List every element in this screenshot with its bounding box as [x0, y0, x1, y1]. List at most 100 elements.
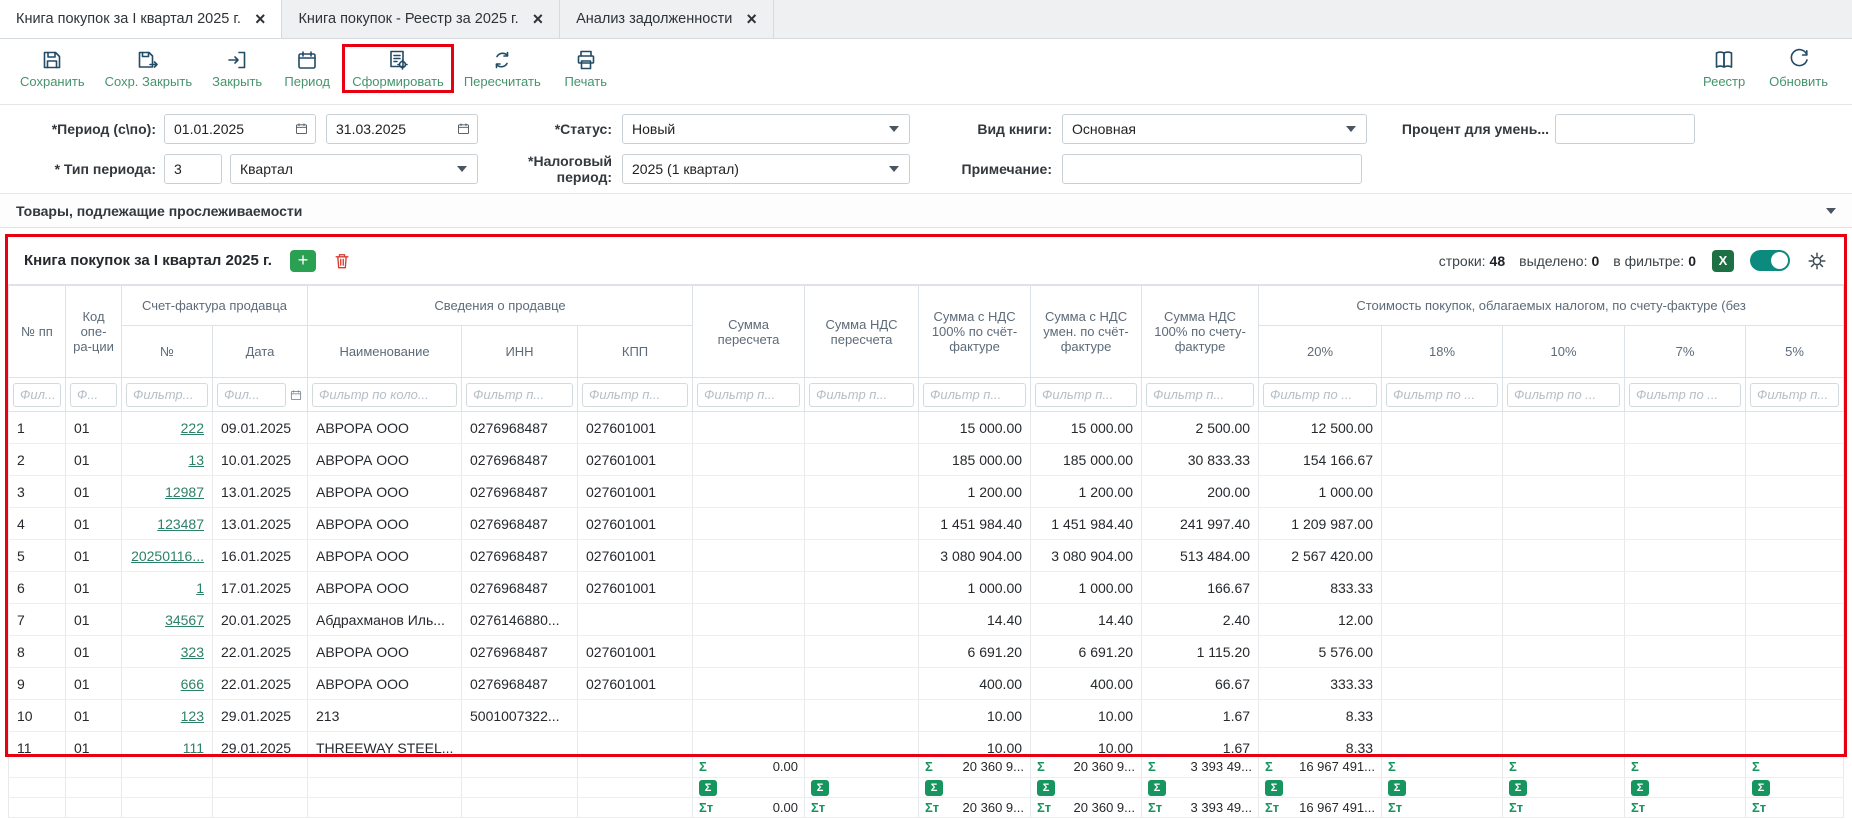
generate-button[interactable]: Сформировать	[342, 44, 454, 93]
column-filter-input-cost-20[interactable]	[1263, 383, 1377, 407]
table-row[interactable]: 7013456720.01.2025Абдрахманов Иль...0276…	[9, 604, 1844, 636]
col-header-row-number[interactable]: № пп	[9, 286, 66, 378]
invoice-number-link[interactable]: 20250116...	[131, 548, 204, 564]
refresh-button[interactable]: Обновить	[1759, 44, 1838, 93]
period-type-select[interactable]: Квартал	[230, 154, 478, 184]
percent-input[interactable]	[1555, 114, 1695, 144]
sum-badge-button[interactable]: Σ	[1037, 780, 1055, 796]
period-button[interactable]: Период	[272, 44, 342, 93]
invoice-number-link[interactable]: 1	[196, 580, 204, 596]
delete-row-button[interactable]	[332, 251, 352, 271]
column-filter-input-recalc-sum[interactable]	[697, 383, 800, 407]
period-type-code-input[interactable]	[164, 154, 222, 184]
col-header-sum-with-vat-100[interactable]: Сумма с НДС 100% по счёт-фактуре	[919, 286, 1031, 378]
col-header-18-percent[interactable]: 18%	[1382, 326, 1503, 378]
column-filter-input-cost-18[interactable]	[1386, 383, 1498, 407]
table-row[interactable]: 40112348713.01.2025АВРОРА ООО02769684870…	[9, 508, 1844, 540]
column-filter-input-invoice-number[interactable]	[126, 383, 208, 407]
table-row[interactable]: 90166622.01.2025АВРОРА ООО02769684870276…	[9, 668, 1844, 700]
calendar-icon[interactable]	[289, 388, 303, 402]
table-row[interactable]: 10122209.01.2025АВРОРА ООО02769684870276…	[9, 412, 1844, 444]
column-filter-input-seller-kpp[interactable]	[582, 383, 688, 407]
col-header-10-percent[interactable]: 10%	[1503, 326, 1625, 378]
column-filter-input-cost-10[interactable]	[1507, 383, 1620, 407]
save-button[interactable]: Сохранить	[10, 44, 95, 93]
filter-toggle[interactable]	[1750, 250, 1790, 271]
note-input[interactable]	[1062, 154, 1362, 184]
invoice-number-link[interactable]: 123487	[157, 516, 204, 532]
table-row[interactable]: 2011310.01.2025АВРОРА ООО027696848702760…	[9, 444, 1844, 476]
column-filter-input-recalc-vat[interactable]	[809, 383, 914, 407]
traceability-section-header[interactable]: Товары, подлежащие прослеживаемости	[0, 194, 1852, 228]
sum-badge-button[interactable]: Σ	[1631, 780, 1649, 796]
tab-close-icon[interactable]: ×	[746, 10, 757, 28]
column-filter-input-operation-code[interactable]	[70, 383, 117, 407]
col-header-recalc-vat[interactable]: Сумма НДС пересчета	[805, 286, 919, 378]
col-header-sum-with-vat-reduced[interactable]: Сумма с НДС умен. по счёт-фактуре	[1031, 286, 1142, 378]
col-header-20-percent[interactable]: 20%	[1259, 326, 1382, 378]
table-row[interactable]: 50120250116...16.01.2025АВРОРА ООО027696…	[9, 540, 1844, 572]
save-and-close-button[interactable]: Сохр. Закрыть	[95, 44, 203, 93]
calendar-icon[interactable]	[294, 121, 309, 136]
tab-debt-analysis[interactable]: Анализ задолженности ×	[560, 0, 774, 38]
sum-badge-button[interactable]: Σ	[1148, 780, 1166, 796]
col-header-recalc-sum[interactable]: Сумма пересчета	[693, 286, 805, 378]
cell-cost-5	[1746, 540, 1844, 572]
column-filter-input-seller-name[interactable]	[312, 383, 457, 407]
sum-badge-button[interactable]: Σ	[1388, 780, 1406, 796]
column-filter-input-invoice-date[interactable]	[217, 383, 286, 407]
col-header-seller-name[interactable]: Наименование	[308, 326, 462, 378]
invoice-number-link[interactable]: 123	[181, 708, 204, 724]
invoice-number-link[interactable]: 323	[181, 644, 204, 660]
col-header-5-percent[interactable]: 5%	[1746, 326, 1844, 378]
table-row[interactable]: 80132322.01.2025АВРОРА ООО02769684870276…	[9, 636, 1844, 668]
col-header-seller-kpp[interactable]: КПП	[578, 326, 693, 378]
tab-purchase-book-registry[interactable]: Книга покупок - Реестр за 2025 г. ×	[282, 0, 560, 38]
column-filter-input-cost-5[interactable]	[1750, 383, 1839, 407]
column-filter-input-seller-inn[interactable]	[466, 383, 573, 407]
column-filter-input-vat-100[interactable]	[1146, 383, 1254, 407]
sum-badge-button[interactable]: Σ	[1509, 780, 1527, 796]
grid-viewport[interactable]: № пп Код опе-ра-ции Счет-фактура продавц…	[8, 284, 1844, 754]
close-button[interactable]: Закрыть	[202, 44, 272, 93]
invoice-number-link[interactable]: 12987	[165, 484, 204, 500]
excel-export-button[interactable]: X	[1712, 250, 1734, 272]
table-row[interactable]: 100112329.01.20252135001007322...10.0010…	[9, 700, 1844, 732]
invoice-number-link[interactable]: 666	[181, 676, 204, 692]
col-header-seller-inn[interactable]: ИНН	[462, 326, 578, 378]
invoice-number-link[interactable]: 34567	[165, 612, 204, 628]
sum-badge-button[interactable]: Σ	[925, 780, 943, 796]
sum-badge-button[interactable]: Σ	[699, 780, 717, 796]
tab-close-icon[interactable]: ×	[255, 10, 266, 28]
registry-button[interactable]: Реестр	[1689, 44, 1759, 93]
table-row[interactable]: 601117.01.2025АВРОРА ООО0276968487027601…	[9, 572, 1844, 604]
recalculate-button[interactable]: Пересчитать	[454, 44, 551, 93]
settings-gear-button[interactable]	[1806, 250, 1828, 272]
print-button[interactable]: Печать	[551, 44, 621, 93]
column-filter-input-sum-with-vat-100[interactable]	[923, 383, 1026, 407]
tab-purchase-book[interactable]: Книга покупок за I квартал 2025 г. ×	[0, 0, 282, 38]
invoice-number-link[interactable]: 111	[183, 740, 204, 755]
tab-close-icon[interactable]: ×	[533, 10, 544, 28]
table-row[interactable]: 3011298713.01.2025АВРОРА ООО027696848702…	[9, 476, 1844, 508]
col-header-invoice-number[interactable]: №	[122, 326, 213, 378]
tax-period-select[interactable]: 2025 (1 квартал)	[622, 154, 910, 184]
column-filter-input-sum-with-vat-reduced[interactable]	[1035, 383, 1137, 407]
table-row[interactable]: 110111129.01.2025THREEWAY STEEL...10.001…	[9, 732, 1844, 755]
cell-sum-with-vat-100: 1 200.00	[919, 476, 1031, 508]
sum-badge-button[interactable]: Σ	[1752, 780, 1770, 796]
calendar-icon[interactable]	[456, 121, 471, 136]
col-header-operation-code[interactable]: Код опе-ра-ции	[66, 286, 122, 378]
invoice-number-link[interactable]: 222	[181, 420, 204, 436]
col-header-invoice-date[interactable]: Дата	[213, 326, 308, 378]
sum-badge-button[interactable]: Σ	[1265, 780, 1283, 796]
book-kind-select[interactable]: Основная	[1062, 114, 1367, 144]
add-row-button[interactable]: +	[290, 250, 316, 272]
column-filter-input-row-number[interactable]	[13, 383, 61, 407]
column-filter-input-cost-7[interactable]	[1629, 383, 1741, 407]
col-header-7-percent[interactable]: 7%	[1625, 326, 1746, 378]
status-select[interactable]: Новый	[622, 114, 910, 144]
col-header-vat-100[interactable]: Сумма НДС 100% по счету-фактуре	[1142, 286, 1259, 378]
invoice-number-link[interactable]: 13	[188, 452, 204, 468]
sum-badge-button[interactable]: Σ	[811, 780, 829, 796]
